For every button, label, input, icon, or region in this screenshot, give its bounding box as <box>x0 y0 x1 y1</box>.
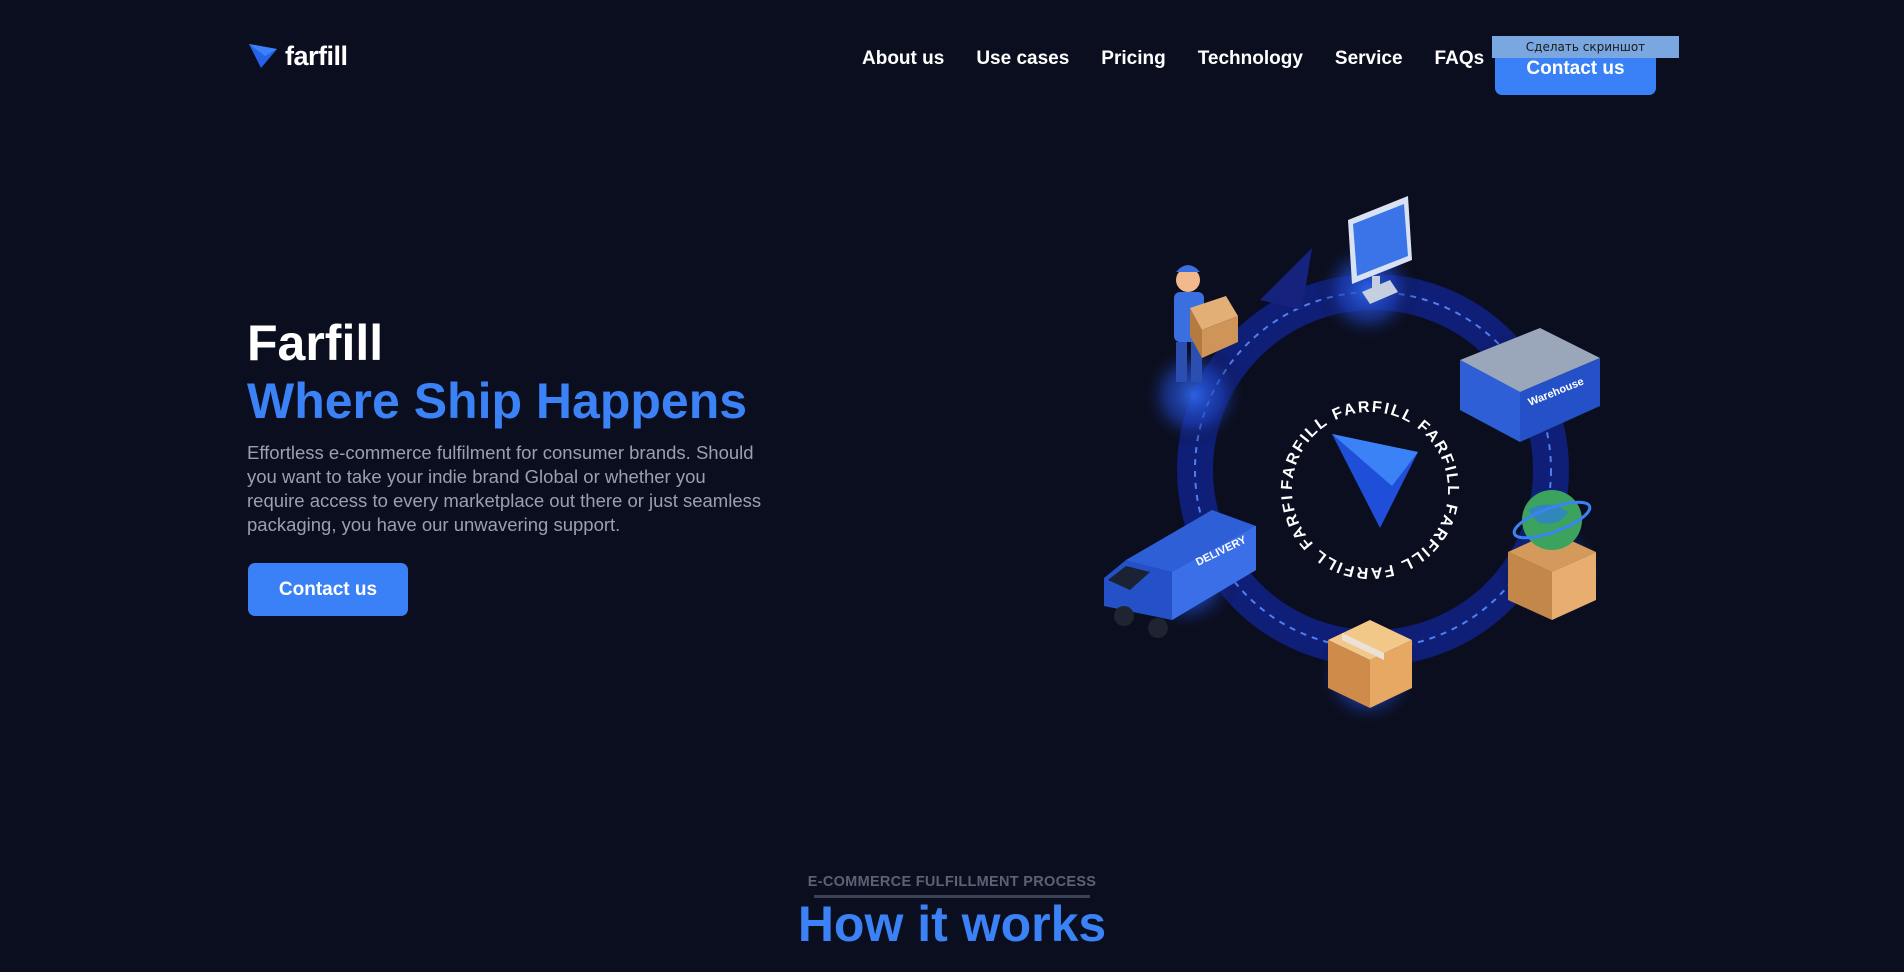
logo-text: farfill <box>285 40 348 71</box>
site-header: farfill About us Use cases Pricing Techn… <box>0 0 1904 110</box>
hero-title: Farfill <box>247 315 384 371</box>
page: farfill About us Use cases Pricing Techn… <box>0 0 1904 972</box>
screenshot-overlay-badge[interactable]: Сделать скриншот <box>1492 36 1679 58</box>
nav-technology[interactable]: Technology <box>1198 48 1303 70</box>
main-nav: About us Use cases Pricing Technology Se… <box>862 48 1484 70</box>
hero-description: Effortless e-commerce fulfilment for con… <box>247 442 762 535</box>
center-logo-icon <box>1332 434 1418 528</box>
logo-link[interactable]: farfill <box>247 40 348 72</box>
nav-service[interactable]: Service <box>1335 48 1403 70</box>
nav-about-us[interactable]: About us <box>862 48 944 70</box>
nav-faqs[interactable]: FAQs <box>1435 48 1485 70</box>
farfill-logo-icon <box>249 44 277 68</box>
section-eyebrow: E-COMMERCE FULFILLMENT PROCESS <box>807 874 1097 890</box>
globe-box-icon <box>1508 490 1596 620</box>
fulfillment-cycle-illustration: Warehouse DELIVERY FARFILL FARFILL FARFI… <box>1090 180 1604 727</box>
nav-use-cases[interactable]: Use cases <box>976 48 1069 70</box>
hero-contact-button[interactable]: Contact us <box>248 563 408 616</box>
hero-subtitle: Where Ship Happens <box>247 373 748 429</box>
section-title: How it works <box>797 896 1107 952</box>
nav-pricing[interactable]: Pricing <box>1101 48 1165 70</box>
